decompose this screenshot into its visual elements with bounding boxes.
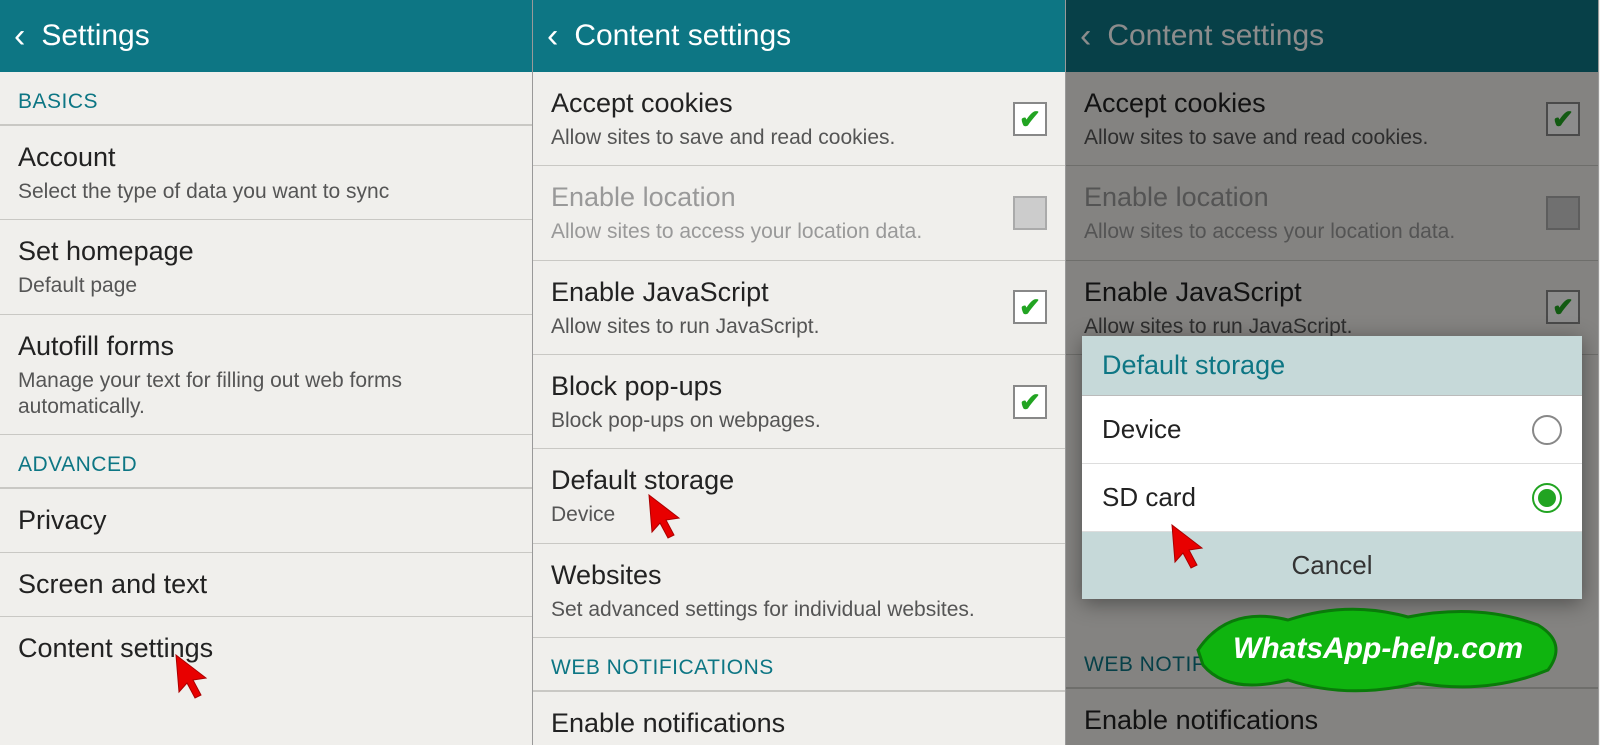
cancel-button[interactable]: Cancel bbox=[1082, 532, 1582, 599]
header-bar: ‹ Settings bbox=[0, 0, 532, 72]
checkbox-icon[interactable] bbox=[1013, 196, 1047, 230]
item-title: Enable notifications bbox=[551, 706, 1035, 741]
item-account[interactable]: Account Select the type of data you want… bbox=[0, 126, 532, 220]
item-enable-notifications[interactable]: Enable notifications bbox=[533, 692, 1065, 745]
item-location[interactable]: Enable location Allow sites to access yo… bbox=[533, 166, 1065, 260]
item-sub: Set advanced settings for individual web… bbox=[551, 597, 1035, 623]
panel-settings: ‹ Settings BASICS Account Select the typ… bbox=[0, 0, 533, 745]
item-title: Account bbox=[18, 140, 502, 175]
option-label: Device bbox=[1102, 414, 1181, 445]
item-sub: Select the type of data you want to sync bbox=[18, 179, 502, 205]
item-title: Autofill forms bbox=[18, 329, 502, 364]
panel-content-settings-dialog: ‹ Content settings Accept cookies Allow … bbox=[1066, 0, 1599, 745]
section-basics: BASICS bbox=[0, 72, 532, 126]
item-title: Block pop-ups bbox=[551, 369, 1001, 404]
item-autofill[interactable]: Autofill forms Manage your text for fill… bbox=[0, 315, 532, 436]
item-javascript[interactable]: Enable JavaScript Allow sites to run Jav… bbox=[533, 261, 1065, 355]
item-title: Websites bbox=[551, 558, 1035, 593]
item-sub: Block pop-ups on webpages. bbox=[551, 408, 1001, 434]
item-privacy[interactable]: Privacy bbox=[0, 489, 532, 553]
item-homepage[interactable]: Set homepage Default page bbox=[0, 220, 532, 314]
item-title: Enable location bbox=[551, 180, 1001, 215]
item-default-storage[interactable]: Default storage Device bbox=[533, 449, 1065, 543]
item-title: Accept cookies bbox=[551, 86, 1001, 121]
item-title: Enable JavaScript bbox=[551, 275, 1001, 310]
item-title: Content settings bbox=[18, 631, 502, 666]
checkbox-icon[interactable] bbox=[1013, 290, 1047, 324]
item-sub: Allow sites to save and read cookies. bbox=[551, 125, 1001, 151]
item-sub: Allow sites to access your location data… bbox=[551, 219, 1001, 245]
header-title: Content settings bbox=[574, 19, 791, 53]
header-bar: ‹ Content settings bbox=[533, 0, 1065, 72]
checkbox-icon[interactable] bbox=[1013, 385, 1047, 419]
back-icon[interactable]: ‹ bbox=[547, 19, 558, 53]
back-icon[interactable]: ‹ bbox=[14, 19, 25, 53]
item-title: Default storage bbox=[551, 463, 1035, 498]
item-content-settings[interactable]: Content settings bbox=[0, 617, 532, 680]
item-cookies[interactable]: Accept cookies Allow sites to save and r… bbox=[533, 72, 1065, 166]
item-websites[interactable]: Websites Set advanced settings for indiv… bbox=[533, 544, 1065, 638]
item-sub: Default page bbox=[18, 273, 502, 299]
dialog-option-device[interactable]: Device bbox=[1082, 396, 1582, 464]
item-title: Privacy bbox=[18, 503, 502, 538]
section-web-notifications: WEB NOTIFICATIONS bbox=[533, 638, 1065, 692]
dialog-default-storage: Default storage Device SD card Cancel bbox=[1082, 336, 1582, 599]
item-sub: Manage your text for filling out web for… bbox=[18, 368, 502, 421]
section-advanced: ADVANCED bbox=[0, 435, 532, 489]
panel-content-settings: ‹ Content settings Accept cookies Allow … bbox=[533, 0, 1066, 745]
item-sub: Allow sites to run JavaScript. bbox=[551, 314, 1001, 340]
item-popups[interactable]: Block pop-ups Block pop-ups on webpages. bbox=[533, 355, 1065, 449]
item-sub: Device bbox=[551, 502, 1035, 528]
radio-icon[interactable] bbox=[1532, 415, 1562, 445]
checkbox-icon[interactable] bbox=[1013, 102, 1047, 136]
radio-icon[interactable] bbox=[1532, 483, 1562, 513]
item-screen-text[interactable]: Screen and text bbox=[0, 553, 532, 617]
dialog-title: Default storage bbox=[1082, 336, 1582, 396]
item-title: Screen and text bbox=[18, 567, 502, 602]
item-title: Set homepage bbox=[18, 234, 502, 269]
dialog-option-sdcard[interactable]: SD card bbox=[1082, 464, 1582, 532]
header-title: Settings bbox=[41, 19, 149, 53]
option-label: SD card bbox=[1102, 482, 1196, 513]
